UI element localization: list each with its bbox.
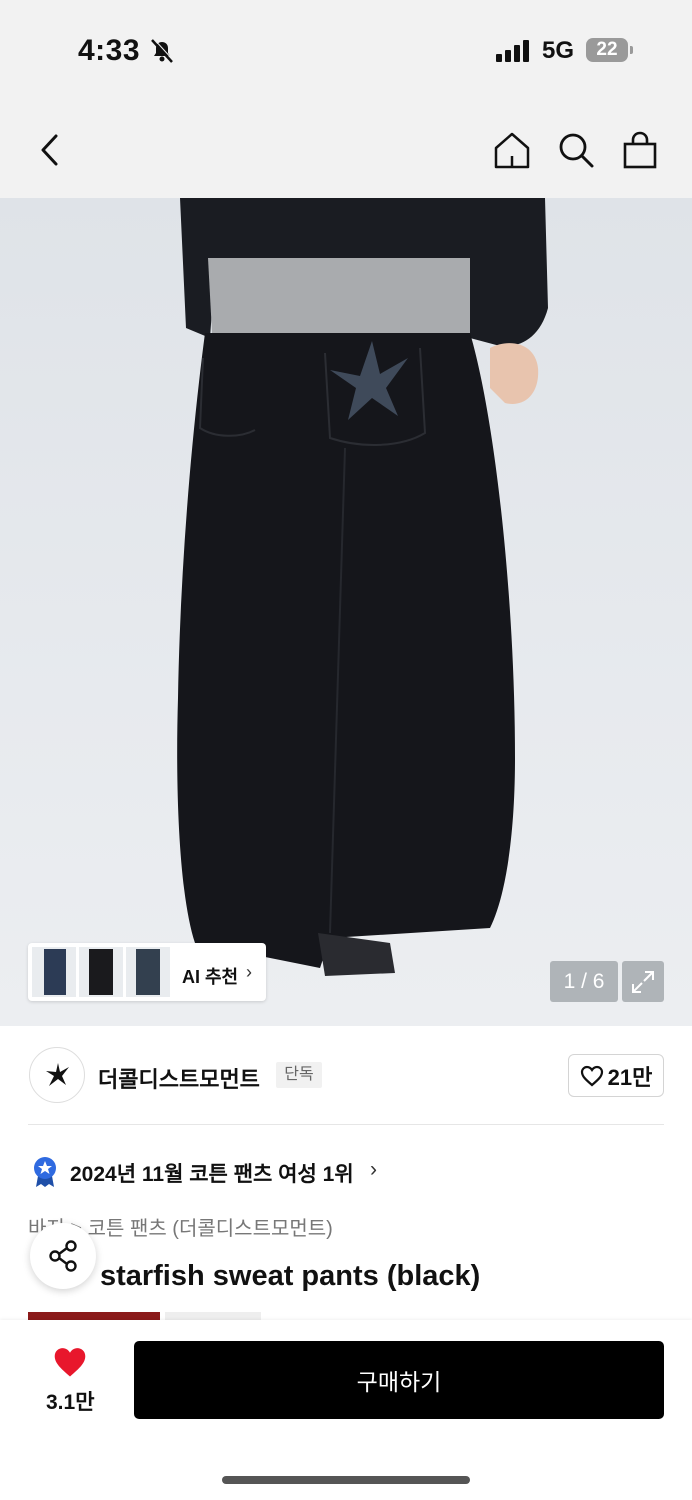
reco-thumbnail[interactable] (32, 947, 76, 997)
reco-thumbnail[interactable] (79, 947, 123, 997)
home-button[interactable] (490, 128, 534, 172)
chevron-left-icon (41, 134, 58, 166)
search-icon (559, 133, 594, 168)
info-tag (165, 1312, 261, 1320)
product-photo (177, 198, 548, 976)
product-title-text: starfish sweat pants (black) (99, 1260, 481, 1292)
home-icon (494, 132, 530, 169)
share-icon (49, 1240, 77, 1272)
status-time: 4:33 (78, 34, 141, 67)
like-count: 3.1만 (46, 1391, 95, 1414)
ranking-text[interactable]: 2024년 11월 코튼 팬츠 여성 1위 (70, 1158, 354, 1188)
ranking-medal-icon (32, 1156, 58, 1193)
starfish-logo-icon (46, 1063, 69, 1086)
search-button[interactable] (554, 128, 598, 172)
home-indicator (222, 1476, 470, 1484)
reco-thumbnail[interactable] (126, 947, 170, 997)
buy-button[interactable]: 구매하기 (134, 1341, 664, 1419)
brand-name[interactable]: 더콜디스트모먼트 (98, 1062, 260, 1094)
divider (28, 1124, 664, 1125)
chevron-right-icon: › (370, 1158, 377, 1181)
ai-recommend-label[interactable]: AI 추천 (182, 963, 238, 989)
heart-outline-icon (580, 1065, 603, 1086)
brand-like-button[interactable]: 21만 (568, 1054, 664, 1097)
promo-tag (28, 1312, 160, 1320)
battery-tip (630, 46, 633, 54)
back-button[interactable] (28, 128, 72, 172)
share-button[interactable] (30, 1223, 96, 1289)
cart-button[interactable] (618, 128, 662, 172)
image-pager: 1 / 6 (550, 961, 618, 1002)
shopping-bag-icon (623, 131, 657, 169)
brand-logo[interactable] (29, 1047, 85, 1103)
battery-icon: 22 (586, 38, 628, 62)
bell-muted-icon (150, 38, 174, 69)
like-button[interactable] (52, 1346, 88, 1383)
product-title: Twin starfish sweat pants (black) (28, 1260, 480, 1293)
network-label: 5G (542, 37, 575, 64)
expand-button[interactable] (622, 961, 664, 1002)
heart-filled-icon (54, 1348, 86, 1377)
exclusive-badge: 단독 (276, 1062, 322, 1088)
chevron-right-icon: › (246, 962, 252, 982)
brand-like-count: 21만 (607, 1064, 653, 1090)
expand-icon (632, 970, 654, 993)
signal-icon (496, 40, 532, 67)
product-image[interactable] (0, 198, 692, 1026)
